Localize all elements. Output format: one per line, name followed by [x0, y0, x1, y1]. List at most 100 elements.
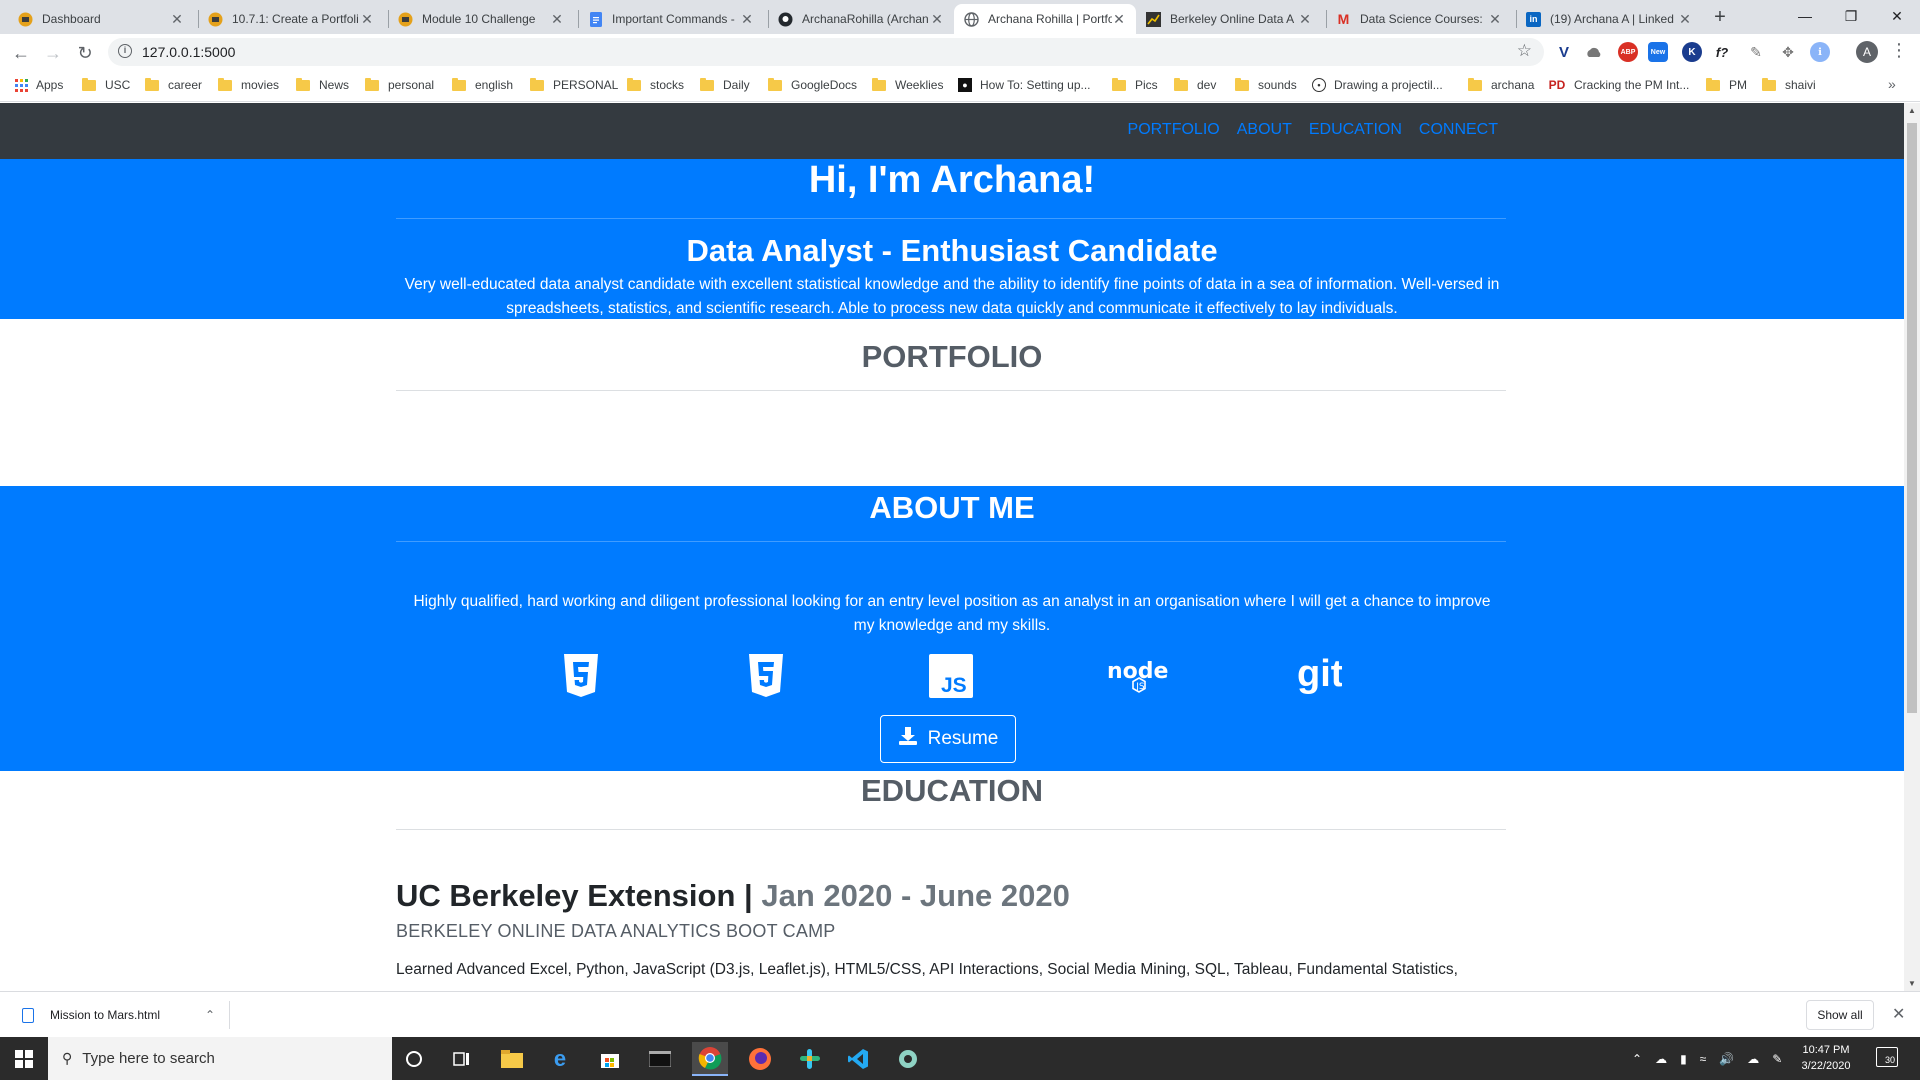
store-icon[interactable]	[592, 1042, 628, 1076]
bookmark-folder[interactable]: personal	[365, 77, 434, 92]
tab-linkedin[interactable]: in (19) Archana A | Linked ✕	[1516, 4, 1702, 34]
bookmark-folder[interactable]: News	[296, 77, 349, 92]
bookmark-label: movies	[241, 78, 280, 92]
terminal-icon[interactable]	[642, 1042, 678, 1076]
tab-create-portfolio[interactable]: 10.7.1: Create a Portfoli ✕	[198, 4, 384, 34]
slack-icon[interactable]	[792, 1042, 828, 1076]
bookmark-star-icon[interactable]: ☆	[1517, 41, 1532, 61]
url-text: 127.0.0.1:5000	[142, 44, 236, 60]
edge-icon[interactable]: e	[542, 1042, 578, 1076]
nav-link-connect[interactable]: CONNECT	[1419, 121, 1498, 139]
move-extension-icon[interactable]: ✥	[1778, 42, 1798, 62]
tab-gmail[interactable]: M Data Science Courses: ✕	[1326, 4, 1512, 34]
scroll-down-icon[interactable]: ▼	[1908, 979, 1916, 988]
bookmark-folder[interactable]: sounds	[1235, 77, 1297, 92]
scrollbar-thumb[interactable]	[1907, 123, 1917, 713]
bookmark-page[interactable]: ● How To: Setting up...	[958, 78, 1091, 92]
address-bar[interactable]: i 127.0.0.1:5000 ☆	[108, 38, 1544, 66]
bookmark-folder[interactable]: english	[452, 77, 513, 92]
eyedropper-extension-icon[interactable]: ✎	[1746, 42, 1766, 62]
menu-kebab-icon[interactable]: ⋮	[1890, 40, 1908, 61]
cloud-extension-icon[interactable]	[1584, 42, 1604, 62]
bookmark-folder[interactable]: Daily	[700, 77, 750, 92]
battery-icon[interactable]: ▮	[1680, 1052, 1687, 1066]
close-tab-icon[interactable]: ✕	[1112, 11, 1126, 28]
notification-center-icon[interactable]: 30	[1876, 1047, 1898, 1067]
close-tab-icon[interactable]: ✕	[740, 11, 754, 28]
close-tab-icon[interactable]: ✕	[1488, 11, 1502, 28]
tab-dashboard[interactable]: Dashboard ✕	[8, 4, 194, 34]
forward-arrow-icon[interactable]: →	[40, 40, 66, 66]
bookmark-folder[interactable]: career	[145, 77, 202, 92]
canvas-icon	[398, 12, 413, 27]
bookmark-folder[interactable]: USC	[82, 77, 130, 92]
vscode-icon[interactable]	[840, 1042, 876, 1076]
bookmark-page[interactable]: PD Cracking the PM Int...	[1548, 78, 1690, 92]
nav-link-portfolio[interactable]: PORTFOLIO	[1128, 121, 1220, 139]
bookmark-folder[interactable]: archana	[1468, 77, 1534, 92]
nav-link-education[interactable]: EDUCATION	[1309, 121, 1402, 139]
close-tab-icon[interactable]: ✕	[170, 11, 184, 28]
reload-icon[interactable]: ↻	[72, 40, 98, 66]
onedrive-icon[interactable]: ☁	[1655, 1052, 1667, 1066]
bookmark-folder[interactable]: Weeklies	[872, 77, 943, 92]
bookmarks-overflow-icon[interactable]: »	[1888, 76, 1896, 92]
bookmark-folder[interactable]: Pics	[1112, 77, 1158, 92]
close-tab-icon[interactable]: ✕	[1678, 11, 1692, 28]
bookmark-folder[interactable]: PM	[1706, 77, 1747, 92]
bookmark-folder[interactable]: shaivi	[1762, 77, 1816, 92]
resume-download-button[interactable]: Resume	[880, 715, 1016, 763]
site-info-icon[interactable]: i	[118, 44, 132, 58]
news-extension-icon[interactable]: New	[1648, 42, 1668, 62]
wifi-icon[interactable]: ≈	[1700, 1052, 1707, 1066]
close-tab-icon[interactable]: ✕	[1298, 11, 1312, 28]
tab-module-10[interactable]: Module 10 Challenge ✕	[388, 4, 574, 34]
tab-important-commands[interactable]: Important Commands - ✕	[578, 4, 764, 34]
task-view-icon[interactable]	[444, 1042, 480, 1076]
gear-app-icon[interactable]	[890, 1042, 926, 1076]
taskbar-clock[interactable]: 10:47 PM 3/22/2020	[1796, 1042, 1856, 1074]
show-all-button[interactable]: Show all	[1806, 1000, 1874, 1030]
restore-icon[interactable]: ❐	[1828, 0, 1874, 32]
nav-link-about[interactable]: ABOUT	[1237, 121, 1292, 139]
bookmark-folder[interactable]: movies	[218, 77, 280, 92]
k-extension-icon[interactable]: K	[1682, 42, 1702, 62]
close-window-icon[interactable]: ✕	[1874, 0, 1920, 32]
chrome-icon[interactable]	[692, 1042, 728, 1076]
taskbar-search-box[interactable]: ⚲ Type here to search	[48, 1037, 392, 1080]
file-explorer-icon[interactable]	[494, 1042, 530, 1076]
volume-icon[interactable]: 🔊	[1719, 1052, 1734, 1066]
profile-avatar[interactable]: A	[1856, 41, 1878, 63]
tab-portfolio-active[interactable]: Archana Rohilla | Portfo ✕	[954, 4, 1136, 34]
close-tab-icon[interactable]: ✕	[550, 11, 564, 28]
close-shelf-icon[interactable]: ✕	[1892, 1004, 1905, 1024]
chevron-up-icon[interactable]: ⌃	[205, 1008, 215, 1022]
bookmark-folder[interactable]: dev	[1174, 77, 1216, 92]
close-tab-icon[interactable]: ✕	[360, 11, 374, 28]
page-scrollbar[interactable]: ▲ ▼	[1904, 103, 1920, 991]
minimize-icon[interactable]: —	[1782, 0, 1828, 32]
tab-berkeley[interactable]: Berkeley Online Data A ✕	[1136, 4, 1322, 34]
bookmark-folder[interactable]: GoogleDocs	[768, 77, 857, 92]
cloud-sync-icon[interactable]: ☁	[1747, 1052, 1759, 1066]
pen-icon[interactable]: ✎	[1772, 1052, 1782, 1066]
bookmark-folder[interactable]: stocks	[627, 77, 684, 92]
bookmark-folder[interactable]: PERSONAL	[530, 77, 618, 92]
download-item[interactable]: Mission to Mars.html ⌃	[12, 1001, 230, 1029]
bookmark-apps[interactable]: Apps	[14, 78, 63, 92]
bookmark-label: PM	[1729, 78, 1747, 92]
chevron-up-icon[interactable]: ⌃	[1632, 1052, 1642, 1066]
close-tab-icon[interactable]: ✕	[930, 11, 944, 28]
adblock-extension-icon[interactable]: ABP	[1618, 42, 1638, 62]
formula-extension-icon[interactable]: f?	[1712, 42, 1732, 62]
firefox-icon[interactable]	[742, 1042, 778, 1076]
bookmark-page[interactable]: • Drawing a projectil...	[1312, 78, 1443, 92]
vimeo-extension-icon[interactable]: V	[1554, 42, 1574, 62]
cortana-icon[interactable]	[396, 1042, 432, 1076]
windows-start-icon[interactable]	[0, 1037, 48, 1080]
scroll-up-icon[interactable]: ▲	[1908, 106, 1916, 115]
back-arrow-icon[interactable]: ←	[8, 40, 34, 66]
new-tab-button[interactable]: +	[1706, 4, 1734, 30]
shield-extension-icon[interactable]: ℹ	[1810, 42, 1830, 62]
tab-github[interactable]: ArchanaRohilla (Archan ✕	[768, 4, 954, 34]
